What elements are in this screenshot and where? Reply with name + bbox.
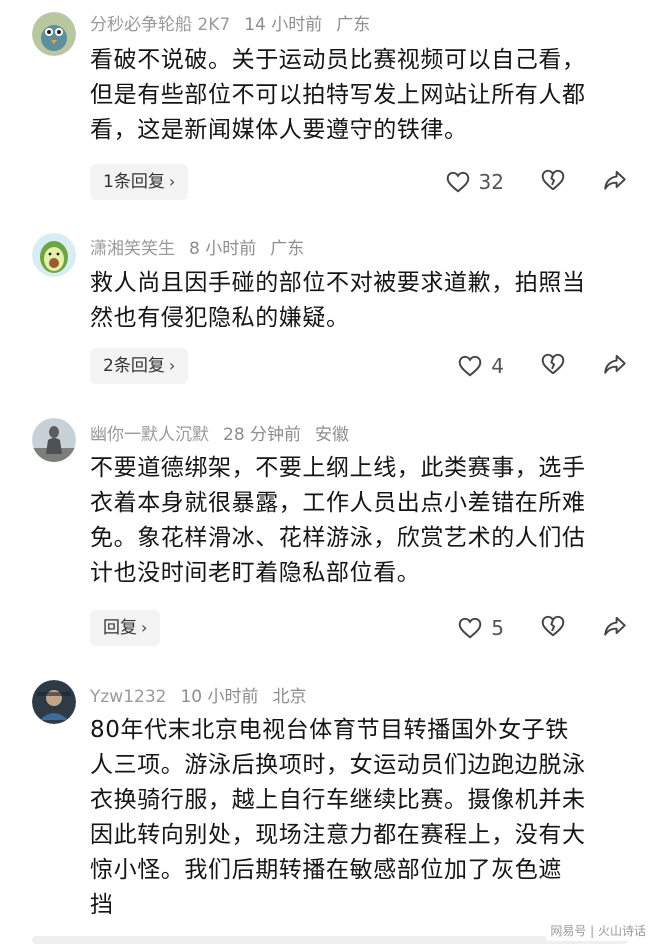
- reply-button[interactable]: 回复 ›: [90, 610, 161, 646]
- timestamp: 10 小时前: [180, 687, 259, 707]
- timestamp: 28 分钟前: [223, 425, 302, 445]
- location: 北京: [272, 687, 307, 707]
- dislike-button[interactable]: [540, 167, 566, 197]
- comment-line: 因此转向别处，现场注意力都在赛程上，没有大: [90, 822, 586, 848]
- dislike-button[interactable]: [540, 351, 566, 381]
- username[interactable]: 分秒必争轮船 2K7: [90, 15, 230, 35]
- like-count: 32: [478, 170, 504, 194]
- comment-meta: 潇湘笑笑生 8 小时前 广东: [90, 234, 318, 259]
- heart-icon: [446, 171, 469, 193]
- comment-line: 衣着本身就很暴露，工作人员出点小差错在所难: [90, 490, 586, 516]
- broken-heart-icon: [541, 615, 565, 637]
- comment-line: 不要道德绑架，不要上纲上线，此类赛事，选手: [90, 455, 586, 481]
- comment-actions: 32: [445, 164, 628, 200]
- replies-label: 1条回复: [103, 172, 165, 192]
- reply-label: 回复: [103, 618, 137, 638]
- like-button[interactable]: 5: [457, 615, 504, 641]
- like-count: 4: [491, 354, 504, 378]
- timestamp: 8 小时前: [189, 239, 257, 259]
- location: 广东: [270, 239, 305, 259]
- avatar[interactable]: [32, 12, 76, 56]
- comment-line: 惊小怪。我们后期转播在敏感部位加了灰色遮: [90, 857, 562, 883]
- share-button[interactable]: [602, 167, 628, 197]
- watermark: 网易号 | 火山诗话: [546, 920, 650, 941]
- chevron-right-icon: ›: [141, 618, 148, 637]
- timestamp: 14 小时前: [244, 15, 323, 35]
- comment-actions: 5: [457, 610, 628, 646]
- comment-line: 但是有些部位不可以拍特写发上网站让所有人都: [90, 82, 586, 108]
- username[interactable]: Yzw1232: [90, 687, 166, 707]
- share-arrow-icon: [604, 616, 626, 636]
- avatar[interactable]: [32, 418, 76, 462]
- comment-line: 人三项。游泳后换项时，女运动员们边跑边脱泳: [90, 752, 586, 778]
- broken-heart-icon: [541, 353, 565, 375]
- comment-line: 衣换骑行服，越上自行车继续比赛。摄像机并未: [90, 787, 586, 813]
- location: 安徽: [315, 425, 350, 445]
- heart-icon: [458, 617, 482, 639]
- comment-meta: 幽你一默人沉默 28 分钟前 安徽: [90, 420, 363, 445]
- comment-text: 看破不说破。关于运动员比赛视频可以自己看， 但是有些部位不可以拍特写发上网站让所…: [90, 43, 635, 148]
- comment-line: 然也有侵犯隐私的嫌疑。: [90, 305, 350, 331]
- share-button[interactable]: [602, 351, 628, 381]
- comment-line: 80年代末北京电视台体育节目转播国外女子铁: [90, 717, 569, 743]
- share-arrow-icon: [604, 354, 626, 374]
- share-button[interactable]: [602, 613, 628, 643]
- heart-icon: [458, 355, 482, 377]
- replies-label: 2条回复: [103, 356, 165, 376]
- avatar[interactable]: [32, 680, 76, 724]
- broken-heart-icon: [541, 169, 565, 191]
- comment-text: 80年代末北京电视台体育节目转播国外女子铁 人三项。游泳后换项时，女运动员们边跑…: [90, 713, 635, 923]
- comment-meta: 分秒必争轮船 2K7 14 小时前 广东: [90, 10, 384, 35]
- like-count: 5: [491, 616, 504, 640]
- replies-button[interactable]: 2条回复 ›: [90, 348, 189, 384]
- comment-text: 救人尚且因手碰的部位不对被要求道歉，拍照当 然也有侵犯隐私的嫌疑。: [90, 266, 635, 336]
- chevron-right-icon: ›: [168, 172, 176, 191]
- comment-line: 免。象花样滑冰、花样游泳，欣赏艺术的人们估: [90, 525, 586, 551]
- avatar[interactable]: [32, 233, 76, 277]
- comment-actions: 4: [457, 348, 628, 384]
- comment-meta: Yzw1232 10 小时前 北京: [90, 682, 321, 707]
- comment-line: 看破不说破。关于运动员比赛视频可以自己看，: [90, 47, 586, 73]
- chevron-right-icon: ›: [168, 356, 176, 375]
- replies-button[interactable]: 1条回复 ›: [90, 164, 189, 200]
- like-button[interactable]: 4: [457, 353, 504, 379]
- like-button[interactable]: 32: [445, 169, 504, 195]
- comment-line: 救人尚且因手碰的部位不对被要求道歉，拍照当: [90, 270, 586, 296]
- comment-text: 不要道德绑架，不要上纲上线，此类赛事，选手 衣着本身就很暴露，工作人员出点小差错…: [90, 451, 635, 591]
- location: 广东: [336, 15, 371, 35]
- bottom-input-bar[interactable]: [32, 936, 628, 944]
- comment-line: 看，这是新闻媒体人要遵守的铁律。: [90, 117, 468, 143]
- dislike-button[interactable]: [540, 613, 566, 643]
- share-arrow-icon: [604, 170, 626, 190]
- username[interactable]: 幽你一默人沉默: [90, 425, 209, 445]
- username[interactable]: 潇湘笑笑生: [90, 239, 175, 259]
- comment-line: 计也没时间老盯着隐私部位看。: [90, 560, 421, 586]
